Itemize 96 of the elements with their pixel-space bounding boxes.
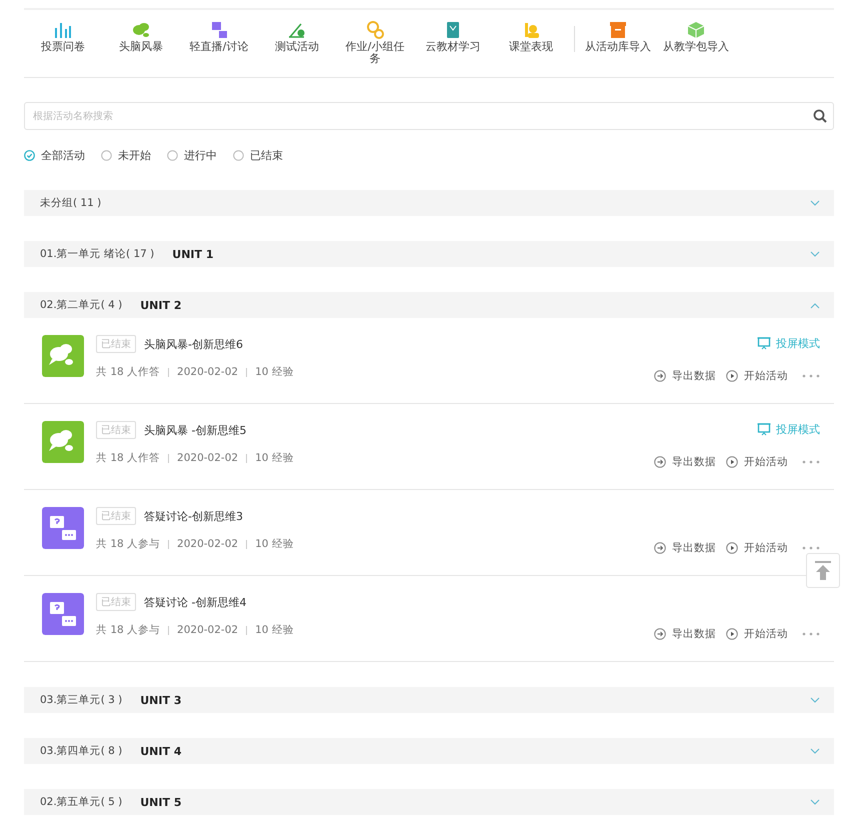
group-header[interactable]: 02.第二单元( 4 ) UNIT 2 [24,292,834,318]
toolbar-button[interactable]: 轻直播/讨论 [180,20,258,53]
radio-icon [233,150,244,160]
group-header[interactable]: 03.第四单元( 8 ) UNIT 4 [24,738,834,764]
group-header[interactable]: 02.第五单元( 5 ) UNIT 5 [24,789,834,815]
group-name: 未分组( 11 ) [40,196,102,210]
status-tag: 已结束 [96,507,136,525]
more-icon[interactable] [802,374,820,378]
group-name: 02.第二单元( 4 ) [40,298,122,312]
activity-meta: 10 经验 [255,365,294,379]
radio-icon [167,150,178,160]
chevron-down-icon[interactable] [810,798,820,806]
activity-meta: 共 18 人作答 [96,451,160,465]
unit-label: UNIT 5 [140,796,182,808]
chat-squares-icon [209,20,229,40]
more-icon[interactable] [802,460,820,464]
group-name: 03.第三单元( 3 ) [40,693,122,707]
activity-meta: 2020-02-02 [177,366,238,378]
screen-icon [757,422,771,436]
group-header[interactable]: 01.第一单元 绪论( 17 ) UNIT 1 [24,241,834,267]
group-name: 03.第四单元( 8 ) [40,744,122,758]
more-icon[interactable] [802,546,820,550]
archive-box-icon [608,20,628,40]
play-icon [726,456,738,468]
back-to-top-button[interactable] [806,553,840,588]
play-icon [726,542,738,554]
unit-label: UNIT 4 [140,744,182,758]
play-icon [726,628,738,640]
activity-title[interactable]: 答疑讨论 -创新思维4 [144,594,246,610]
activity-title[interactable]: 头脑风暴 -创新思维5 [144,422,246,438]
toolbar-button[interactable]: 测试活动 [258,20,336,53]
bar-chart-icon [53,20,73,40]
chevron-down-icon[interactable] [810,250,820,258]
activity-meta: 2020-02-02 [177,538,238,550]
toolbar-button[interactable]: 作业/小组任务 [336,20,414,65]
chevron-down-icon[interactable] [810,696,820,704]
screen-icon [757,336,771,350]
start-button[interactable]: 开始活动 [726,455,788,469]
export-button[interactable]: 导出数据 [654,455,716,469]
export-icon [654,456,666,468]
activity-meta: 2020-02-02 [177,452,238,464]
chat-bubbles-icon [42,421,84,463]
toolbar-button[interactable]: 课堂表现 [492,20,570,53]
play-icon [726,370,738,382]
chevron-down-icon[interactable] [810,748,820,754]
unit-label: UNIT 2 [140,298,182,312]
question-chat-icon [42,507,84,549]
toolbar-button[interactable]: 头脑风暴 [102,20,180,53]
export-button[interactable]: 导出数据 [654,627,716,641]
activity-title[interactable]: 答疑讨论-创新思维3 [144,508,243,524]
export-button[interactable]: 导出数据 [654,369,716,383]
status-tag: 已结束 [96,593,136,611]
activity-meta: 共 18 人作答 [96,365,160,379]
export-icon [654,542,666,554]
activity-meta: 10 经验 [255,451,294,465]
toolbar-button[interactable]: 投票问卷 [24,20,102,53]
status-tag: 已结束 [96,335,136,353]
activity-meta: 共 18 人参与 [96,623,160,637]
export-icon [654,628,666,640]
search-icon[interactable] [813,109,827,123]
radio-icon [24,150,35,160]
group-name: 01.第一单元 绪论( 17 ) [40,247,154,261]
group-name: 02.第五单元( 5 ) [40,795,122,809]
activity-title[interactable]: 头脑风暴-创新思维6 [144,336,243,352]
group-header[interactable]: 未分组( 11 ) [24,190,834,216]
unit-label: UNIT 1 [172,248,214,260]
status-tag: 已结束 [96,421,136,439]
chat-bubbles-icon [42,335,84,377]
arrow-up-icon [813,560,833,582]
filter-radio[interactable]: 已结束 [233,148,283,162]
search-field[interactable]: 根据活动名称搜索 [24,102,834,130]
chevron-down-icon[interactable] [810,200,820,206]
question-chat-icon [42,593,84,635]
activity-meta: 2020-02-02 [177,624,238,636]
filter-radio[interactable]: 全部活动 [24,148,85,162]
toolbar-button[interactable]: 从活动库导入 [579,20,657,53]
radio-icon [101,150,112,160]
activity-meta: 共 18 人参与 [96,537,160,551]
toolbar-button[interactable]: 从教学包导入 [657,20,735,53]
filter-radio[interactable]: 未开始 [101,148,151,162]
chat-bubbles-icon [131,20,151,40]
more-icon[interactable] [802,632,820,636]
start-button[interactable]: 开始活动 [726,541,788,555]
activity-meta: 10 经验 [255,623,294,637]
gears-icon [365,20,385,40]
chevron-up-icon[interactable] [810,302,820,308]
activity-meta: 10 经验 [255,537,294,551]
start-button[interactable]: 开始活动 [726,369,788,383]
export-icon [654,370,666,382]
export-button[interactable]: 导出数据 [654,541,716,555]
package-icon [686,20,706,40]
unit-label: UNIT 3 [140,694,182,706]
toolbar-button[interactable]: 云教材学习 [414,20,492,53]
group-header[interactable]: 03.第三单元( 3 ) UNIT 3 [24,687,834,713]
filter-radio[interactable]: 进行中 [167,148,217,162]
start-button[interactable]: 开始活动 [726,627,788,641]
